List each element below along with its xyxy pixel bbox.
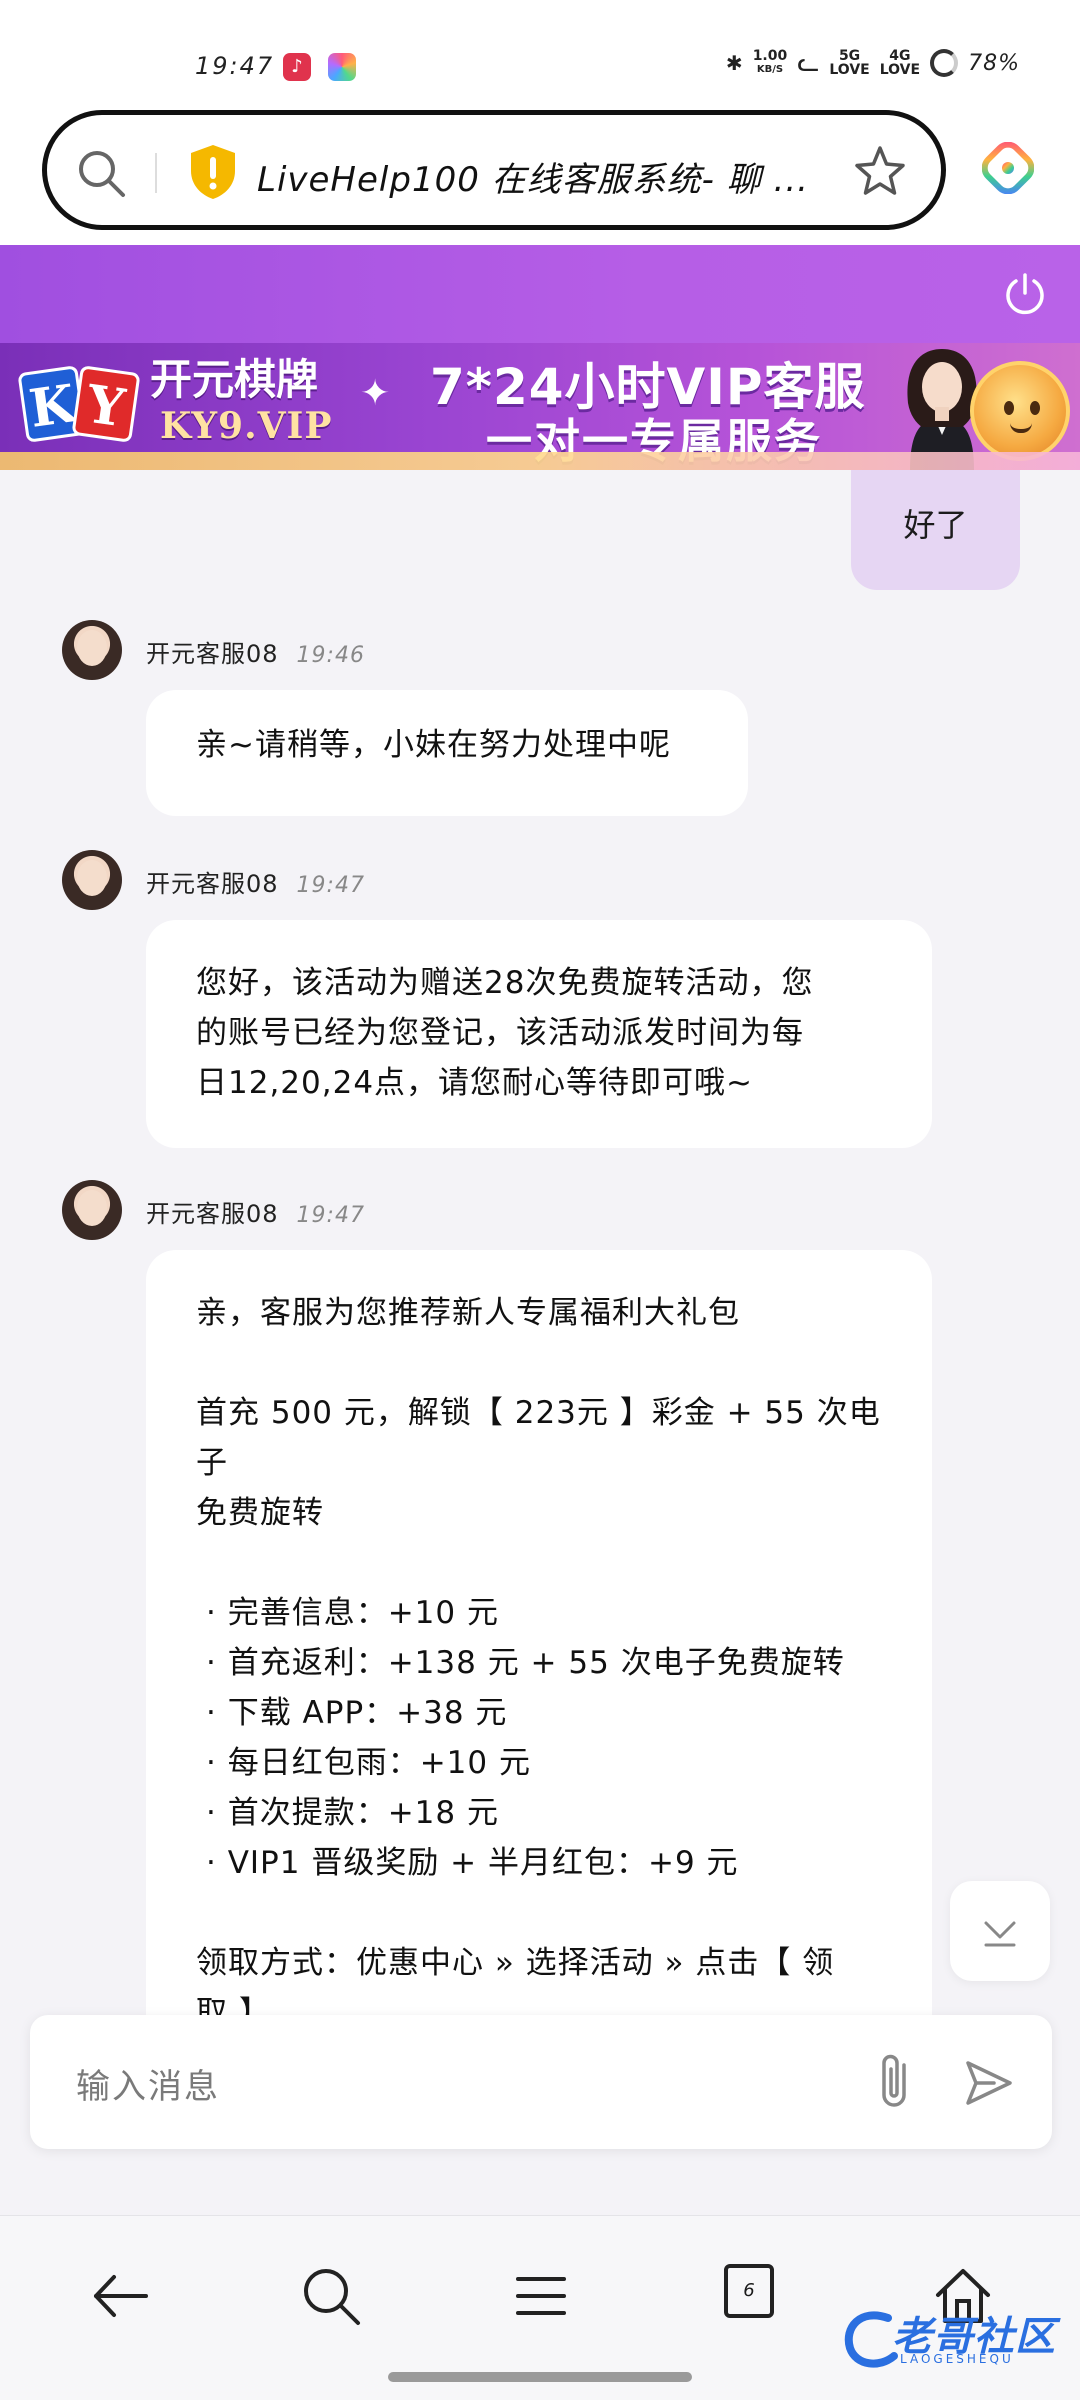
message-text: 日12,20,24点，请您耐心等待即可哦~ (196, 1065, 754, 1101)
list-item: · 首充返利：+138 元 + 55 次电子免费旋转 (206, 1645, 845, 1681)
message-bubble: 亲，客服为您推荐新人专属福利大礼包 首充 500 元，解锁【 223元 】彩金 … (146, 1250, 932, 2015)
avatar[interactable] (62, 1180, 122, 1240)
status-time: 19:47 (195, 52, 275, 80)
bluetooth-icon: ✱ (725, 51, 743, 75)
divider (155, 153, 157, 193)
sender-line: 开元客服08 19:47 (146, 1194, 365, 1229)
message-text: 亲，客服为您推荐新人专属福利大礼包 (196, 1295, 740, 1331)
send-icon[interactable] (960, 2055, 1016, 2111)
sender-name: 开元客服08 (146, 640, 279, 668)
message-text: 您好，该活动为赠送28次免费旋转活动，您 (196, 965, 814, 1001)
battery-icon (930, 49, 959, 77)
list-item: · 下载 APP：+38 元 (206, 1695, 508, 1731)
message-text: 取 】 (196, 1995, 271, 2015)
app-notification-icon (328, 53, 356, 81)
avatar[interactable] (62, 620, 122, 680)
message-time: 19:46 (296, 643, 365, 668)
banner-brand: 开元棋牌 (150, 355, 319, 404)
scroll-to-bottom-button[interactable] (950, 1881, 1050, 1981)
back-icon[interactable] (86, 2261, 156, 2331)
tab-count: 6 (724, 2264, 774, 2318)
sender-line: 开元客服08 19:46 (146, 634, 365, 669)
screen: 19:47 ♪ ✱ 1.00 KB/S ᓚ 5G LOVE 4G LOVE 78… (0, 0, 1080, 2400)
status-bar: 19:47 ♪ ✱ 1.00 KB/S ᓚ 5G LOVE 4G LOVE 78… (0, 0, 1080, 100)
chevron-down-icon (984, 1921, 1016, 1947)
chat-messages[interactable]: 好了 开元客服08 19:46 亲~请稍等，小妹在努力处理中呢 开元客服08 19:… (0, 470, 1080, 2015)
banner-domain: KY9.VIP (160, 405, 333, 447)
music-app-icon: ♪ (283, 53, 311, 81)
menu-icon[interactable] (506, 2261, 576, 2331)
network-speed: 1.00 KB/S (752, 48, 788, 75)
message-text: 免费旋转 (196, 1495, 324, 1531)
message-text: 领取方式：优惠中心 » 选择活动 » 点击【 领 (196, 1945, 835, 1981)
message-input-bar[interactable]: 输入消息 (30, 2015, 1052, 2149)
message-bubble: 您好，该活动为赠送28次免费旋转活动，您 的账号已经为您登记，该活动派发时间为每… (146, 920, 932, 1148)
banner-glow (0, 452, 1080, 470)
signal-4g: 4G LOVE (879, 48, 921, 78)
power-icon[interactable] (1000, 269, 1050, 319)
battery-level: 78% (968, 50, 1020, 76)
shield-icon[interactable] (187, 143, 239, 201)
promo-banner[interactable]: K Y 开元棋牌 KY9.VIP ✦ 7*24小时VIP客服 一对一专属服务 (0, 343, 1080, 470)
sender-name: 开元客服08 (146, 870, 279, 898)
sparkle-icon: ✦ (360, 373, 391, 414)
extension-icon[interactable] (982, 142, 1034, 194)
list-item: · 每日红包雨：+10 元 (206, 1745, 531, 1781)
address-bar[interactable]: LiveHelp100 在线客服系统- 聊 ... (42, 110, 946, 230)
message-text: 首充 500 元，解锁【 223元 】彩金 + 55 次电子 (196, 1395, 881, 1481)
star-icon[interactable] (851, 143, 909, 201)
tabs-icon[interactable]: 6 (724, 2264, 794, 2334)
cat-icon: ᓚ (797, 48, 820, 78)
list-item: · 完善信息：+10 元 (206, 1595, 499, 1631)
list-item: · 首次提款：+18 元 (206, 1795, 499, 1831)
page-title[interactable]: LiveHelp100 在线客服系统- 聊 ... (257, 152, 837, 201)
home-indicator[interactable] (388, 2372, 692, 2382)
message-text: 亲~请稍等，小妹在努力处理中呢 (196, 727, 671, 763)
search-icon[interactable] (73, 145, 129, 201)
list-item: · VIP1 晋级奖励 + 半月红包：+9 元 (206, 1845, 739, 1881)
brand-logo: K Y (14, 357, 144, 447)
paperclip-icon[interactable] (868, 2051, 924, 2113)
message-time: 19:47 (296, 1203, 365, 1228)
mascot-icon (970, 361, 1070, 461)
signal-5g: 5G LOVE (829, 48, 870, 78)
watermark-logo: 老哥社区 LAOGESHEQU (840, 2300, 1070, 2380)
message-text: 的账号已经为您登记，该活动派发时间为每 (196, 1015, 804, 1051)
message-bubble: 亲~请稍等，小妹在努力处理中呢 (146, 690, 748, 816)
my-message-bubble: 好了 (851, 470, 1020, 590)
browser-toolbar: LiveHelp100 在线客服系统- 聊 ... (0, 100, 1080, 245)
sender-name: 开元客服08 (146, 1200, 279, 1228)
message-time: 19:47 (296, 873, 365, 898)
avatar[interactable] (62, 850, 122, 910)
message-input[interactable]: 输入消息 (76, 2059, 220, 2108)
search-icon[interactable] (296, 2261, 366, 2331)
status-indicators: ✱ 1.00 KB/S ᓚ 5G LOVE 4G LOVE 78% (726, 48, 1020, 78)
sender-line: 开元客服08 19:47 (146, 864, 365, 899)
watermark-emblem-icon (844, 2311, 898, 2368)
watermark-subtext: LAOGESHEQU (900, 2352, 1014, 2366)
chat-header (0, 245, 1080, 343)
